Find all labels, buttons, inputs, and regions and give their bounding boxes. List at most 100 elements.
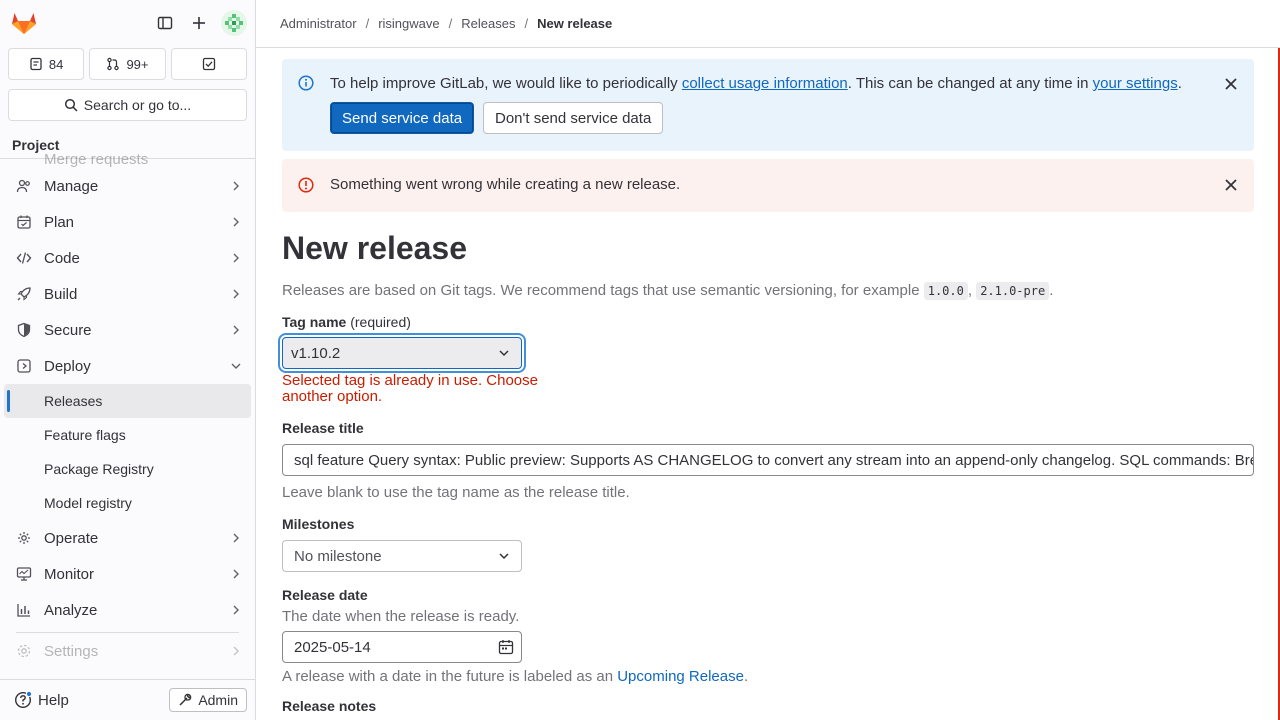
description-text: Releases are based on Git tags. We recom… [282,282,924,299]
alert-text: . This can be changed at any time in [847,75,1093,92]
todos-counter[interactable] [170,48,247,80]
issues-count: 84 [48,56,64,72]
example-tag-code: 1.0.0 [923,282,968,300]
release-date-value: 2025-05-14 [294,638,371,656]
settings-icon [16,643,32,659]
collect-usage-link[interactable]: collect usage information [682,75,848,92]
milestones-field: Milestones No milestone [282,516,1254,572]
error-message: Something went wrong while creating a ne… [330,176,681,193]
release-title-help: Leave blank to use the tag name as the r… [282,484,630,501]
release-date-help: A release with a date in the future is l… [282,668,1254,685]
merge-requests-counter[interactable]: 99+ [89,48,166,80]
wrench-icon [178,693,192,707]
merge-request-icon [106,57,120,71]
tag-name-value: v1.10.2 [291,344,341,362]
sidebar-item-label: Model registry [44,495,132,511]
search-icon [64,98,78,112]
sidebar-item-operate[interactable]: Operate [0,520,255,556]
sidebar-item-feature-flags[interactable]: Feature flags [0,418,255,452]
sidebar-counters: 84 99+ [0,46,255,80]
upcoming-release-link[interactable]: Upcoming Release [617,668,744,685]
chart-icon [16,602,32,618]
sidebar-item-label: Build [44,285,78,303]
dont-send-service-data-button[interactable]: Don't send service data [483,102,664,134]
description-text: , [967,282,977,299]
sidebar-item-monitor[interactable]: Monitor [0,556,255,592]
rocket-icon [16,286,32,302]
sidebar-item-secure[interactable]: Secure [0,312,255,348]
sidebar-item-build[interactable]: Build [0,276,255,312]
breadcrumb-item[interactable]: Releases [461,16,515,31]
alert-text: . [1177,75,1182,92]
code-icon [16,250,32,266]
milestones-label: Milestones [282,516,355,532]
sidebar-item-package-registry[interactable]: Package Registry [0,452,255,486]
alert-message: To help improve GitLab, we would like to… [330,75,1182,92]
tag-name-error: Selected tag is already in use. Choose a… [282,372,538,405]
chevron-right-icon [229,567,243,581]
help-label: Help [38,691,69,709]
admin-button[interactable]: Admin [169,688,247,712]
main-content: To help improve GitLab, we would like to… [282,48,1254,714]
chevron-right-icon [229,287,243,301]
sidebar-item-plan[interactable]: Plan [0,204,255,240]
sidebar-item-label: Manage [44,177,99,195]
your-settings-link[interactable]: your settings [1093,75,1178,92]
sidebar-item-model-registry[interactable]: Model registry [0,486,255,520]
sidebar-item-settings[interactable]: Settings [0,633,255,669]
user-avatar[interactable] [221,10,247,36]
toggle-sidebar-icon[interactable] [149,7,181,39]
help-button[interactable]: Help [8,691,69,709]
help-text: . [743,668,749,685]
sidebar-item-manage[interactable]: Manage [0,168,255,204]
release-date-input[interactable]: 2025-05-14 [282,631,522,663]
tag-name-dropdown[interactable]: v1.10.2 [282,337,522,369]
label-text: Tag name [282,314,347,330]
search-button[interactable]: Search or go to... [8,89,247,121]
sidebar-item-label: Feature flags [44,427,126,443]
release-notes-field: Release notes [282,698,1254,714]
calendar-icon[interactable] [498,639,514,655]
release-title-field: Release title sql feature Query syntax: … [282,420,1254,501]
release-title-input[interactable]: sql feature Query syntax: Public preview… [282,444,1254,476]
close-icon[interactable] [1224,77,1238,91]
required-text: (required) [346,314,411,330]
send-service-data-button[interactable]: Send service data [330,102,475,134]
create-new-icon[interactable] [183,7,215,39]
release-date-field: Release date The date when the release i… [282,587,1254,685]
sidebar-item-merge-requests[interactable]: Merge requests [0,150,255,168]
chevron-down-icon [497,346,511,360]
deployments-icon [16,358,32,374]
information-icon [298,75,314,91]
sidebar-nav: Merge requests Manage Plan Code Build Se… [0,150,255,669]
tag-name-label: Tag name (required) [282,314,1254,330]
close-icon[interactable] [1224,178,1238,192]
breadcrumb-item[interactable]: risingwave [378,16,439,31]
sidebar-item-analyze[interactable]: Analyze [0,592,255,628]
error-icon [298,177,314,193]
shield-icon [16,322,32,338]
sidebar-item-releases[interactable]: Releases [4,384,251,418]
breadcrumb-item[interactable]: Administrator [280,16,357,31]
breadcrumb-current[interactable]: New release [537,16,612,31]
sidebar-item-label: Monitor [44,565,95,583]
release-notes-label: Release notes [282,698,377,714]
chevron-right-icon [229,215,243,229]
merge-requests-count: 99+ [126,56,149,72]
sidebar-item-label: Settings [44,642,99,660]
sidebar-item-label: Package Registry [44,461,154,477]
release-date-description: The date when the release is ready. [282,608,520,625]
chevron-right-icon [229,179,243,193]
sidebar-item-deploy[interactable]: Deploy [0,348,255,384]
gitlab-logo-icon[interactable] [8,7,40,39]
help-text: A release with a date in the future is l… [282,668,618,685]
monitor-icon [16,566,32,582]
breadcrumb-separator: / [365,16,370,31]
issues-counter[interactable]: 84 [8,48,85,80]
sidebar-item-code[interactable]: Code [0,240,255,276]
milestones-dropdown[interactable]: No milestone [282,540,522,572]
search-label: Search or go to... [83,97,192,113]
usage-data-alert: To help improve GitLab, we would like to… [282,59,1254,151]
chevron-right-icon [229,531,243,545]
sidebar-item-label: Plan [44,213,75,231]
